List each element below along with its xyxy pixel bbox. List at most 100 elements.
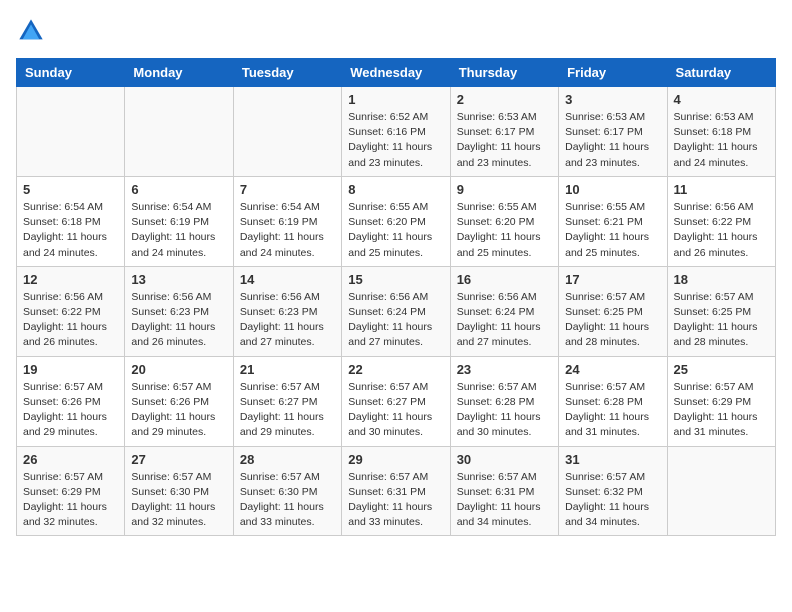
day-number: 20	[131, 362, 226, 377]
day-number: 10	[565, 182, 660, 197]
day-info: Sunrise: 6:55 AMSunset: 6:20 PMDaylight:…	[457, 200, 552, 261]
day-number: 6	[131, 182, 226, 197]
calendar-cell: 30 Sunrise: 6:57 AMSunset: 6:31 PMDayligh…	[450, 446, 558, 536]
day-info: Sunrise: 6:56 AMSunset: 6:22 PMDaylight:…	[23, 290, 118, 351]
calendar-cell: 2Sunrise: 6:53 AMSunset: 6:17 PMDaylight…	[450, 87, 558, 177]
day-number: 16	[457, 272, 552, 287]
day-number: 22	[348, 362, 443, 377]
weekday-header: Tuesday	[233, 59, 341, 87]
day-info: Sunrise: 6:57 AMSunset: 6:25 PMDaylight:…	[674, 290, 769, 351]
day-number: 15	[348, 272, 443, 287]
calendar-week-row: 5 Sunrise: 6:54 AMSunset: 6:18 PMDaylight…	[17, 176, 776, 266]
day-number: 21	[240, 362, 335, 377]
calendar-cell: 7Sunrise: 6:54 AMSunset: 6:19 PMDaylight…	[233, 176, 341, 266]
day-info: Sunrise: 6:57 AMSunset: 6:25 PMDaylight:…	[565, 290, 660, 351]
day-info: Sunrise: 6:57 AMSunset: 6:28 PMDaylight:…	[565, 380, 660, 441]
day-info: Sunrise: 6:55 AMSunset: 6:20 PMDaylight:…	[348, 200, 443, 261]
calendar-cell: 8Sunrise: 6:55 AMSunset: 6:20 PMDaylight…	[342, 176, 450, 266]
calendar-cell: 12 Sunrise: 6:56 AMSunset: 6:22 PMDayligh…	[17, 266, 125, 356]
day-number: 3	[565, 92, 660, 107]
calendar-cell: 21Sunrise: 6:57 AMSunset: 6:27 PMDayligh…	[233, 356, 341, 446]
calendar: SundayMondayTuesdayWednesdayThursdayFrid…	[16, 58, 776, 536]
weekday-header: Thursday	[450, 59, 558, 87]
calendar-cell: 13 Sunrise: 6:56 AMSunset: 6:23 PMDayligh…	[125, 266, 233, 356]
calendar-week-row: 12 Sunrise: 6:56 AMSunset: 6:22 PMDayligh…	[17, 266, 776, 356]
day-info: Sunrise: 6:57 AMSunset: 6:27 PMDaylight:…	[348, 380, 443, 441]
day-info: Sunrise: 6:53 AMSunset: 6:17 PMDaylight:…	[565, 110, 660, 171]
calendar-cell: 27 Sunrise: 6:57 AMSunset: 6:30 PMDayligh…	[125, 446, 233, 536]
calendar-week-row: 26 Sunrise: 6:57 AMSunset: 6:29 PMDayligh…	[17, 446, 776, 536]
day-number: 30	[457, 452, 552, 467]
calendar-week-row: 1 Sunrise: 6:52 AMSunset: 6:16 PMDaylight…	[17, 87, 776, 177]
calendar-cell	[233, 87, 341, 177]
day-number: 13	[131, 272, 226, 287]
weekday-header: Saturday	[667, 59, 775, 87]
day-info: Sunrise: 6:56 AMSunset: 6:23 PMDaylight:…	[240, 290, 335, 351]
weekday-header: Friday	[559, 59, 667, 87]
calendar-cell	[667, 446, 775, 536]
calendar-cell: 19Sunrise: 6:57 AMSunset: 6:26 PMDayligh…	[17, 356, 125, 446]
weekday-header: Sunday	[17, 59, 125, 87]
day-info: Sunrise: 6:54 AMSunset: 6:19 PMDaylight:…	[131, 200, 226, 261]
calendar-cell: 17 Sunrise: 6:57 AMSunset: 6:25 PMDayligh…	[559, 266, 667, 356]
day-number: 18	[674, 272, 769, 287]
day-info: Sunrise: 6:53 AMSunset: 6:18 PMDaylight:…	[674, 110, 769, 171]
day-info: Sunrise: 6:53 AMSunset: 6:17 PMDaylight:…	[457, 110, 552, 171]
calendar-cell: 10 Sunrise: 6:55 AMSunset: 6:21 PMDayligh…	[559, 176, 667, 266]
weekday-header: Wednesday	[342, 59, 450, 87]
day-number: 17	[565, 272, 660, 287]
calendar-week-row: 19Sunrise: 6:57 AMSunset: 6:26 PMDayligh…	[17, 356, 776, 446]
calendar-cell: 26 Sunrise: 6:57 AMSunset: 6:29 PMDayligh…	[17, 446, 125, 536]
calendar-cell: 25Sunrise: 6:57 AMSunset: 6:29 PMDayligh…	[667, 356, 775, 446]
day-info: Sunrise: 6:57 AMSunset: 6:29 PMDaylight:…	[23, 470, 118, 531]
day-number: 26	[23, 452, 118, 467]
day-number: 23	[457, 362, 552, 377]
day-number: 9	[457, 182, 552, 197]
day-info: Sunrise: 6:57 AMSunset: 6:32 PMDaylight:…	[565, 470, 660, 531]
calendar-cell	[17, 87, 125, 177]
day-info: Sunrise: 6:57 AMSunset: 6:28 PMDaylight:…	[457, 380, 552, 441]
weekday-header-row: SundayMondayTuesdayWednesdayThursdayFrid…	[17, 59, 776, 87]
day-info: Sunrise: 6:57 AMSunset: 6:30 PMDaylight:…	[131, 470, 226, 531]
day-info: Sunrise: 6:52 AMSunset: 6:16 PMDaylight:…	[348, 110, 443, 171]
day-number: 5	[23, 182, 118, 197]
calendar-cell: 14 Sunrise: 6:56 AMSunset: 6:23 PMDayligh…	[233, 266, 341, 356]
calendar-cell: 18 Sunrise: 6:57 AMSunset: 6:25 PMDayligh…	[667, 266, 775, 356]
day-number: 4	[674, 92, 769, 107]
day-number: 31	[565, 452, 660, 467]
calendar-cell: 11Sunrise: 6:56 AMSunset: 6:22 PMDayligh…	[667, 176, 775, 266]
day-info: Sunrise: 6:56 AMSunset: 6:22 PMDaylight:…	[674, 200, 769, 261]
day-info: Sunrise: 6:57 AMSunset: 6:29 PMDaylight:…	[674, 380, 769, 441]
day-number: 14	[240, 272, 335, 287]
calendar-cell: 4 Sunrise: 6:53 AMSunset: 6:18 PMDaylight…	[667, 87, 775, 177]
day-info: Sunrise: 6:54 AMSunset: 6:18 PMDaylight:…	[23, 200, 118, 261]
calendar-cell: 28Sunrise: 6:57 AMSunset: 6:30 PMDayligh…	[233, 446, 341, 536]
day-info: Sunrise: 6:56 AMSunset: 6:24 PMDaylight:…	[457, 290, 552, 351]
calendar-cell: 23 Sunrise: 6:57 AMSunset: 6:28 PMDayligh…	[450, 356, 558, 446]
day-number: 12	[23, 272, 118, 287]
calendar-cell: 9 Sunrise: 6:55 AMSunset: 6:20 PMDaylight…	[450, 176, 558, 266]
day-info: Sunrise: 6:56 AMSunset: 6:23 PMDaylight:…	[131, 290, 226, 351]
day-info: Sunrise: 6:54 AMSunset: 6:19 PMDaylight:…	[240, 200, 335, 261]
day-number: 1	[348, 92, 443, 107]
day-info: Sunrise: 6:56 AMSunset: 6:24 PMDaylight:…	[348, 290, 443, 351]
logo	[16, 16, 50, 46]
day-number: 19	[23, 362, 118, 377]
calendar-cell: 6 Sunrise: 6:54 AMSunset: 6:19 PMDaylight…	[125, 176, 233, 266]
calendar-cell: 1 Sunrise: 6:52 AMSunset: 6:16 PMDaylight…	[342, 87, 450, 177]
calendar-cell: 16 Sunrise: 6:56 AMSunset: 6:24 PMDayligh…	[450, 266, 558, 356]
day-info: Sunrise: 6:57 AMSunset: 6:30 PMDaylight:…	[240, 470, 335, 531]
logo-icon	[16, 16, 46, 46]
day-number: 27	[131, 452, 226, 467]
calendar-cell: 5 Sunrise: 6:54 AMSunset: 6:18 PMDaylight…	[17, 176, 125, 266]
calendar-cell: 31 Sunrise: 6:57 AMSunset: 6:32 PMDayligh…	[559, 446, 667, 536]
day-info: Sunrise: 6:55 AMSunset: 6:21 PMDaylight:…	[565, 200, 660, 261]
calendar-cell: 22 Sunrise: 6:57 AMSunset: 6:27 PMDayligh…	[342, 356, 450, 446]
day-number: 24	[565, 362, 660, 377]
calendar-cell	[125, 87, 233, 177]
calendar-cell: 29 Sunrise: 6:57 AMSunset: 6:31 PMDayligh…	[342, 446, 450, 536]
calendar-cell: 20Sunrise: 6:57 AMSunset: 6:26 PMDayligh…	[125, 356, 233, 446]
day-number: 29	[348, 452, 443, 467]
day-info: Sunrise: 6:57 AMSunset: 6:31 PMDaylight:…	[348, 470, 443, 531]
day-info: Sunrise: 6:57 AMSunset: 6:31 PMDaylight:…	[457, 470, 552, 531]
